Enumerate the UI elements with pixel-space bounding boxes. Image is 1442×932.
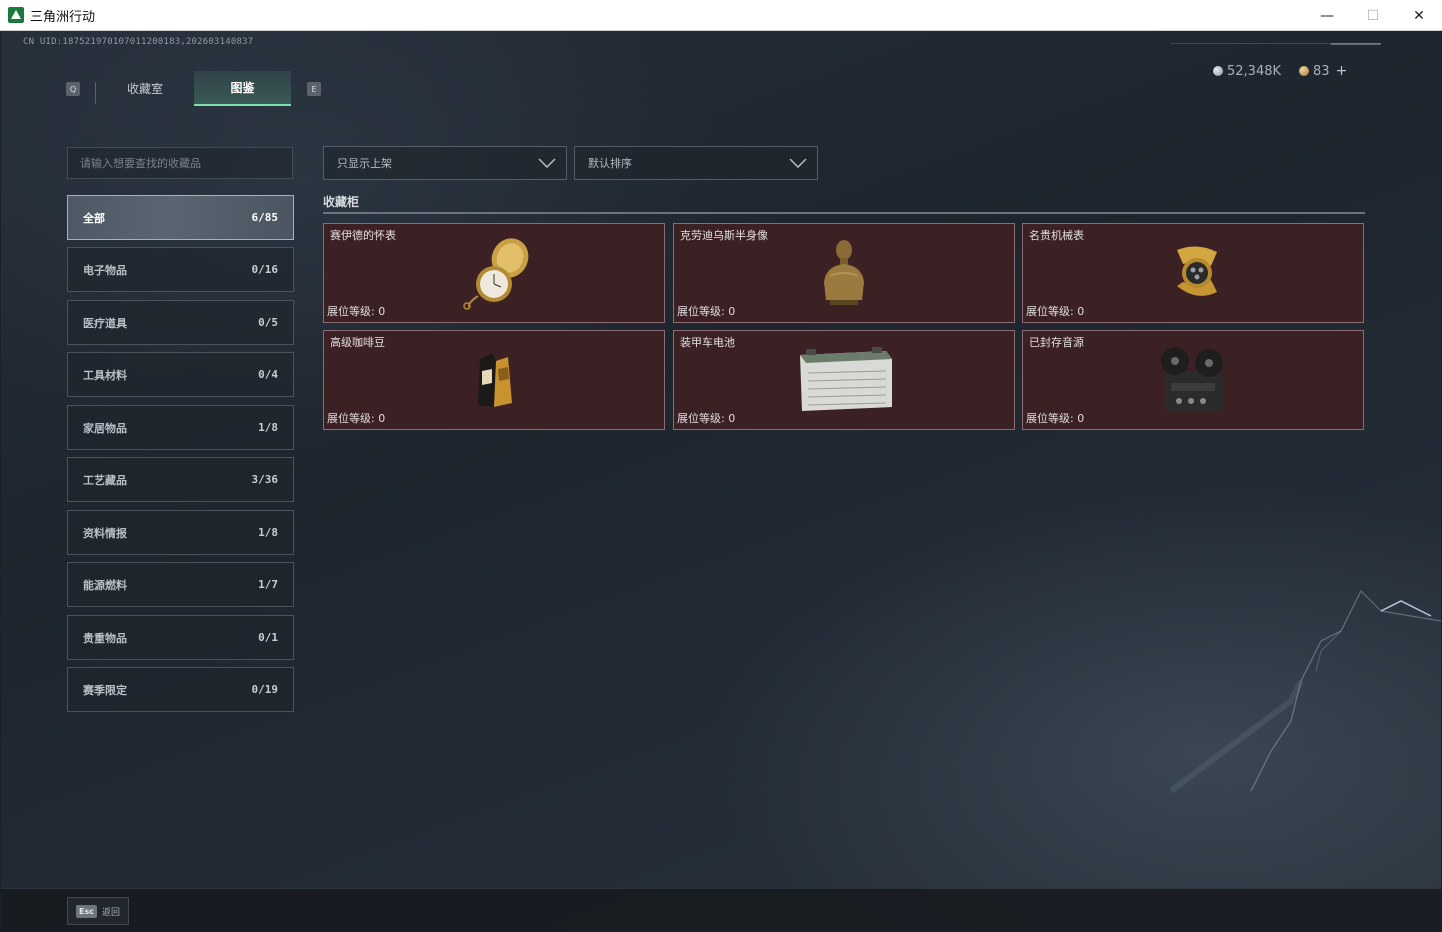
item-name: 克劳迪乌斯半身像 xyxy=(680,229,768,242)
close-button[interactable]: ✕ xyxy=(1396,0,1442,31)
tab-right-key-hint: E xyxy=(307,82,321,96)
item-name: 装甲车电池 xyxy=(680,336,735,349)
sort-value: 默认排序 xyxy=(588,157,632,170)
category-count: 3/36 xyxy=(251,473,279,486)
category-all[interactable]: 全部 6/85 xyxy=(67,195,294,240)
category-season-limited[interactable]: 赛季限定 0/19 xyxy=(67,667,294,712)
collection-search-input[interactable] xyxy=(67,147,293,179)
category-energy[interactable]: 能源燃料 1/7 xyxy=(67,562,294,607)
tab-catalog[interactable]: 图鉴 xyxy=(194,71,291,106)
category-tools[interactable]: 工具材料 0/4 xyxy=(67,352,294,397)
chevron-down-icon xyxy=(789,158,807,168)
category-label: 赛季限定 xyxy=(83,683,127,697)
battery-icon xyxy=(800,347,892,411)
game-viewport: CN UID:18752197010701120018З,20260314083… xyxy=(1,31,1441,931)
item-name: 高级咖啡豆 xyxy=(330,336,385,349)
category-count: 1/7 xyxy=(258,578,278,591)
category-count: 1/8 xyxy=(258,526,278,539)
window-titlebar: 三角洲行动 — ☐ ✕ xyxy=(0,0,1442,31)
add-currency-button[interactable]: + xyxy=(1336,63,1348,79)
back-button[interactable]: Esc 返回 xyxy=(67,897,129,925)
esc-key-hint: Esc xyxy=(76,904,97,918)
category-household[interactable]: 家居物品 1/8 xyxy=(67,405,294,450)
tab-divider xyxy=(95,82,96,104)
category-electronics[interactable]: 电子物品 0/16 xyxy=(67,247,294,292)
coffee-bag-icon xyxy=(478,353,512,407)
maximize-button[interactable]: ☐ xyxy=(1350,0,1396,31)
bust-statue-icon xyxy=(824,240,864,305)
item-name: 已封存音源 xyxy=(1029,336,1084,349)
tab-left-key-hint: Q xyxy=(66,82,80,96)
wristwatch-icon xyxy=(1177,246,1217,296)
category-label: 全部 xyxy=(83,211,105,225)
collection-item-card[interactable]: 已封存音源 展位等级: 0 xyxy=(1022,330,1364,430)
gold-amount: 83 xyxy=(1313,63,1330,79)
chevron-down-icon xyxy=(538,158,556,168)
category-crafts[interactable]: 工艺藏品 3/36 xyxy=(67,457,294,502)
category-intel[interactable]: 资料情报 1/8 xyxy=(67,510,294,555)
section-title: 收藏柜 xyxy=(323,195,360,209)
shelf-filter-dropdown[interactable]: 只显示上架 xyxy=(323,146,567,180)
category-label: 电子物品 xyxy=(83,263,127,277)
item-display-level: 展位等级: 0 xyxy=(327,305,386,318)
silver-coin-icon xyxy=(1213,66,1223,76)
pocket-watch-icon xyxy=(463,238,529,310)
category-valuables[interactable]: 贵重物品 0/1 xyxy=(67,615,294,660)
item-display-level: 展位等级: 0 xyxy=(677,305,736,318)
category-count: 6/85 xyxy=(251,211,279,224)
item-name: 名贵机械表 xyxy=(1029,229,1084,242)
category-label: 家居物品 xyxy=(83,421,127,435)
bottom-bar: Esc 返回 xyxy=(1,888,1441,931)
top-decoration xyxy=(1171,43,1381,47)
collection-item-card[interactable]: 名贵机械表 展位等级: 0 xyxy=(1022,223,1364,323)
category-count: 0/5 xyxy=(258,316,278,329)
silver-amount: 52,348K xyxy=(1227,63,1282,79)
app-logo-icon xyxy=(8,7,24,23)
category-count: 0/1 xyxy=(258,631,278,644)
item-display-level: 展位等级: 0 xyxy=(327,412,386,425)
collection-item-card[interactable]: 装甲车电池 展位等级: 0 xyxy=(673,330,1015,430)
gold-coin-icon xyxy=(1299,66,1310,76)
category-label: 资料情报 xyxy=(83,526,127,540)
back-label: 返回 xyxy=(101,907,120,918)
category-medical[interactable]: 医疗道具 0/5 xyxy=(67,300,294,345)
section-divider xyxy=(323,212,1365,214)
gold-currency: 83 + xyxy=(1299,63,1347,79)
reel-recorder-icon xyxy=(1161,347,1223,411)
item-display-level: 展位等级: 0 xyxy=(1026,412,1085,425)
category-label: 医疗道具 xyxy=(83,316,127,330)
window-controls: — ☐ ✕ xyxy=(1304,0,1442,31)
collection-item-card[interactable]: 高级咖啡豆 展位等级: 0 xyxy=(323,330,665,430)
category-count: 0/19 xyxy=(251,683,279,696)
window-title: 三角洲行动 xyxy=(30,9,96,25)
collection-item-card[interactable]: 克劳迪乌斯半身像 展位等级: 0 xyxy=(673,223,1015,323)
collection-item-card[interactable]: 赛伊德的怀表 展位等级: 0 xyxy=(323,223,665,323)
minimize-button[interactable]: — xyxy=(1304,0,1350,31)
category-count: 1/8 xyxy=(258,421,278,434)
item-display-level: 展位等级: 0 xyxy=(677,412,736,425)
item-display-level: 展位等级: 0 xyxy=(1026,305,1085,318)
category-label: 工艺藏品 xyxy=(83,473,127,487)
currency-display: 52,348K 83 + xyxy=(1213,63,1347,79)
category-label: 贵重物品 xyxy=(83,631,127,645)
category-label: 工具材料 xyxy=(83,368,127,382)
user-uid: CN UID:18752197010701120018З,20260314083… xyxy=(23,37,254,47)
sort-dropdown[interactable]: 默认排序 xyxy=(574,146,818,180)
category-label: 能源燃料 xyxy=(83,578,127,592)
item-name: 赛伊德的怀表 xyxy=(330,229,396,242)
silver-currency: 52,348K xyxy=(1213,64,1281,79)
shelf-filter-value: 只显示上架 xyxy=(337,157,392,170)
category-count: 0/4 xyxy=(258,368,278,381)
category-count: 0/16 xyxy=(251,263,279,276)
lightning-background-decoration xyxy=(1169,589,1441,794)
tab-collection-room[interactable]: 收藏室 xyxy=(97,71,193,106)
